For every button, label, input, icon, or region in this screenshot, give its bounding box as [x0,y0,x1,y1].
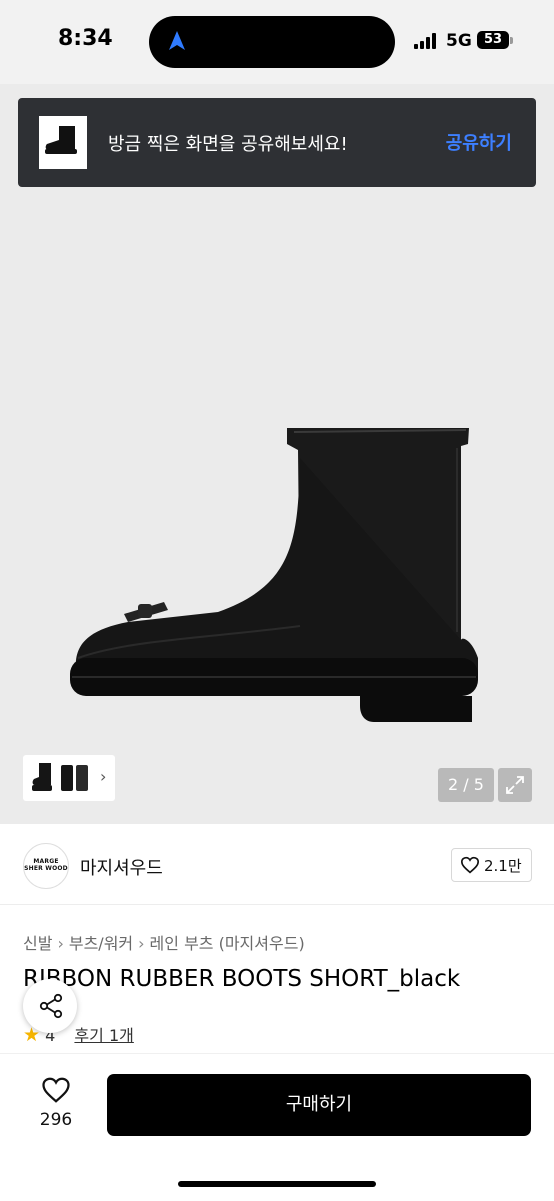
brand-logo-text: MARGE SHER WOOD [24,858,68,872]
heart-icon [460,856,480,874]
buy-button[interactable]: 구매하기 [107,1074,531,1136]
navigation-arrow-icon [169,31,185,50]
breadcrumb-item[interactable]: 레인 부츠 (마지셔우드) [150,934,305,953]
share-banner-message: 방금 찍은 화면을 공유해보세요! [108,134,348,155]
chevron-right-icon: › [138,934,145,953]
boot-thumbnail-icon [45,126,77,154]
home-indicator [178,1181,376,1187]
wishlist-button[interactable]: 296 [28,1076,84,1130]
network-type: 5G [446,31,472,51]
brand-name[interactable]: 마지셔우드 [80,854,163,880]
product-title: RIBBON RUBBER BOOTS SHORT_black [23,966,461,992]
status-time: 8:34 [58,26,113,51]
status-bar: 8:34 5G 53 [0,0,554,84]
breadcrumb-item[interactable]: 신발 [23,934,52,953]
share-fab-button[interactable] [23,979,77,1033]
brand-row: MARGE SHER WOOD 마지셔우드 2.1만 [0,826,554,905]
share-icon [39,993,63,1019]
thumbnail-boot-single [32,763,52,791]
brand-like-count: 2.1만 [484,857,522,875]
expand-icon [506,776,524,794]
battery-icon: 53 [477,31,509,49]
heart-icon [42,1077,70,1103]
product-image-boot [70,428,479,722]
breadcrumb-item[interactable]: 부츠/워커 [69,934,133,953]
chevron-right-icon: › [57,934,64,953]
thumbnail-boot-pair [61,765,88,791]
screenshot-thumbnail[interactable] [39,116,87,169]
image-counter: 2 / 5 [438,768,494,802]
breadcrumb: 신발 › 부츠/워커 › 레인 부츠 (마지셔우드) [23,930,305,954]
review-link[interactable]: 후기 1개 [74,1026,133,1045]
chevron-right-icon: › [100,767,107,786]
share-screenshot-banner: 방금 찍은 화면을 공유해보세요! 공유하기 [18,98,536,187]
share-button[interactable]: 공유하기 [446,129,512,155]
battery-cap [510,37,513,44]
bottom-action-bar: 296 구매하기 [0,1053,554,1201]
brand-like-button[interactable]: 2.1만 [451,848,532,882]
brand-logo[interactable]: MARGE SHER WOOD [23,843,69,889]
signal-icon [414,33,440,49]
thumbnail-strip[interactable]: › [23,755,115,801]
expand-image-button[interactable] [498,768,532,802]
wishlist-count: 296 [39,1110,73,1130]
